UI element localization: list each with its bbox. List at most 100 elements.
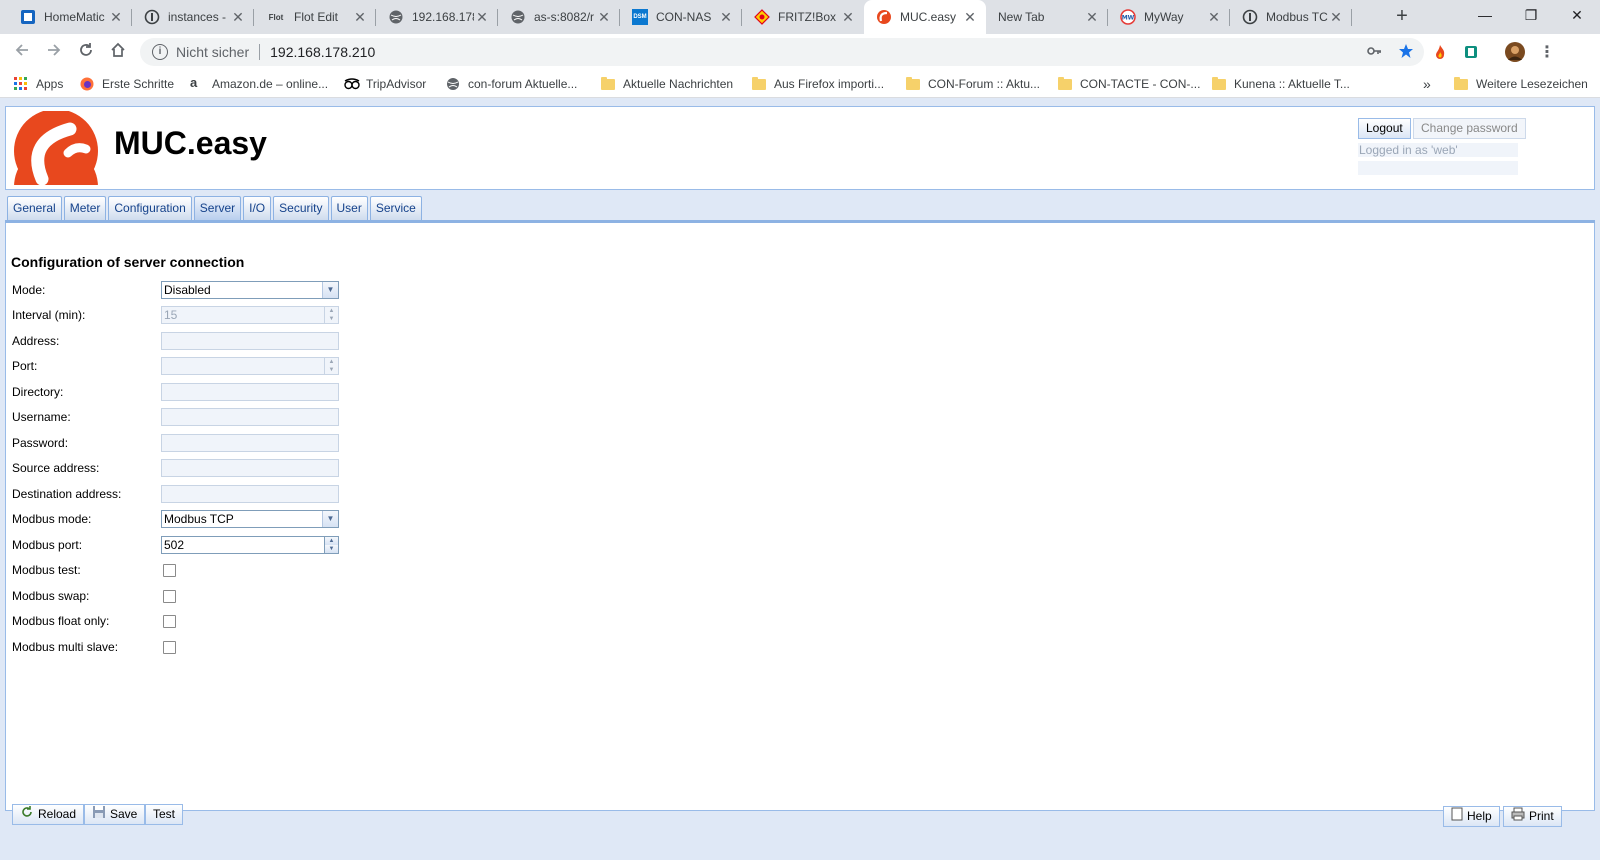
maximize-icon[interactable]: ❐	[1508, 0, 1554, 30]
bookmark-con-forum[interactable]: con-forum Aktuelle...	[446, 74, 577, 94]
iobroker-icon	[1242, 9, 1258, 25]
tab-service[interactable]: Service	[369, 196, 422, 220]
browser-tab-instances[interactable]: instances - ✕	[132, 0, 254, 34]
avatar[interactable]	[1503, 40, 1527, 64]
browser-tab-muc-easy[interactable]: MUC.easy ✕	[864, 0, 986, 34]
reload-button[interactable]: Reload	[12, 804, 85, 825]
modbus-float-only-label: Modbus float only:	[12, 614, 110, 628]
extension-book-icon[interactable]	[1459, 40, 1483, 64]
form-row-password: Password:	[6, 433, 506, 453]
close-icon[interactable]: ✕	[596, 9, 612, 25]
close-icon[interactable]: ✕	[718, 9, 734, 25]
reload-icon[interactable]	[72, 38, 100, 66]
spinner-icon[interactable]: ▲ ▼	[324, 307, 338, 323]
address-bar[interactable]: i Nicht sicher 192.168.178.210	[140, 38, 1424, 66]
print-button[interactable]: Print	[1503, 806, 1562, 827]
form-row-mode: Mode: Disabled ▼	[6, 280, 506, 300]
window-close-icon[interactable]: ✕	[1554, 0, 1600, 30]
address-input[interactable]	[161, 332, 339, 350]
close-icon[interactable]: ✕	[1206, 9, 1222, 25]
browser-tab-con-nas[interactable]: DSM CON-NAS ✕	[620, 0, 742, 34]
tab-title: New Tab	[998, 10, 1045, 24]
bookmark-label: Apps	[36, 77, 64, 91]
bookmark-folder-con-tacte[interactable]: CON-TACTE - CON-...	[1058, 74, 1200, 94]
close-icon[interactable]: ✕	[962, 9, 978, 25]
home-icon[interactable]	[104, 38, 132, 66]
bookmark-folder-other[interactable]: Weitere Lesezeichen	[1454, 74, 1588, 94]
bookmarks-bar: Apps Erste Schritte a Amazon.de – online…	[0, 70, 1600, 98]
mode-select[interactable]: Disabled ▼	[161, 281, 339, 299]
close-icon[interactable]: ✕	[1328, 9, 1344, 25]
tab-title: as-s:8082/r	[534, 10, 595, 24]
test-button[interactable]: Test	[145, 804, 184, 825]
bookmark-folder-kunena[interactable]: Kunena :: Aktuelle T...	[1212, 74, 1350, 94]
interval-spinner[interactable]: 15 ▲ ▼	[161, 306, 339, 324]
star-icon[interactable]	[1398, 43, 1414, 62]
password-input[interactable]	[161, 434, 339, 452]
browser-tab-modbus[interactable]: Modbus TC ✕	[1230, 0, 1352, 34]
tab-security[interactable]: Security	[273, 196, 329, 220]
extension-flame-icon[interactable]	[1428, 40, 1452, 64]
tab-user[interactable]: User	[330, 196, 368, 220]
spinner-icon[interactable]: ▲ ▼	[324, 358, 338, 374]
forward-icon[interactable]	[40, 38, 68, 66]
new-tab-button[interactable]: +	[1390, 5, 1414, 29]
tab-io[interactable]: I/O	[243, 196, 272, 220]
close-icon[interactable]: ✕	[352, 9, 368, 25]
save-button[interactable]: Save	[84, 804, 146, 825]
svg-text:MW: MW	[1122, 15, 1135, 22]
tab-title: Modbus TC	[1266, 10, 1328, 24]
browser-menu-icon[interactable]: ⋮	[1535, 40, 1559, 64]
muc-easy-logo	[12, 109, 100, 193]
close-icon[interactable]: ✕	[474, 9, 490, 25]
close-icon[interactable]: ✕	[230, 9, 246, 25]
chevron-down-icon[interactable]: ▼	[322, 511, 338, 527]
modbus-float-only-checkbox[interactable]	[163, 615, 176, 628]
key-icon[interactable]	[1366, 43, 1382, 62]
logout-button[interactable]: Logout	[1358, 118, 1411, 139]
bookmark-folder-con-forum[interactable]: CON-Forum :: Aktu...	[906, 74, 1040, 94]
directory-label: Directory:	[12, 385, 64, 399]
modbus-test-checkbox[interactable]	[163, 564, 176, 577]
back-icon[interactable]	[8, 38, 36, 66]
bookmark-folder-aktuelle-nachrichten[interactable]: Aktuelle Nachrichten	[601, 74, 733, 94]
modbus-swap-checkbox[interactable]	[163, 590, 176, 603]
browser-tab-192[interactable]: 192.168.178 ✕	[376, 0, 498, 34]
bookmark-amazon[interactable]: a Amazon.de – online...	[190, 74, 328, 94]
browser-tab-fritzbox[interactable]: FRITZ!Box ✕	[742, 0, 864, 34]
tab-configuration[interactable]: Configuration	[108, 196, 192, 220]
close-icon[interactable]: ✕	[108, 9, 124, 25]
browser-tab-as-s[interactable]: as-s:8082/r ✕	[498, 0, 620, 34]
minimize-icon[interactable]: —	[1462, 0, 1508, 30]
browser-tab-flot-edit[interactable]: Flot Flot Edit ✕	[254, 0, 376, 34]
bookmark-tripadvisor[interactable]: TripAdvisor	[344, 74, 426, 94]
bookmark-erste-schritte[interactable]: Erste Schritte	[80, 74, 174, 94]
browser-tab-homematic[interactable]: HomeMatic ✕	[8, 0, 132, 34]
apps-grid-icon	[14, 77, 28, 91]
bookmarks-overflow-icon[interactable]: »	[1423, 74, 1431, 94]
browser-tab-new-tab[interactable]: New Tab ✕	[986, 0, 1108, 34]
modbus-multi-slave-checkbox[interactable]	[163, 641, 176, 654]
modbus-port-spinner[interactable]: 502 ▲ ▼	[161, 536, 339, 554]
destination-address-input[interactable]	[161, 485, 339, 503]
bookmark-apps[interactable]: Apps	[14, 74, 63, 94]
tab-server[interactable]: Server	[193, 196, 242, 220]
close-icon[interactable]: ✕	[1084, 9, 1100, 25]
port-spinner[interactable]: ▲ ▼	[161, 357, 339, 375]
tab-meter[interactable]: Meter	[63, 196, 107, 220]
source-address-input[interactable]	[161, 459, 339, 477]
directory-input[interactable]	[161, 383, 339, 401]
tab-title: instances -	[168, 10, 227, 24]
chevron-down-icon[interactable]: ▼	[322, 282, 338, 298]
app-tab-bar: General Meter Configuration Server I/O S…	[7, 196, 422, 220]
info-icon[interactable]: i	[152, 44, 168, 60]
username-input[interactable]	[161, 408, 339, 426]
tab-general[interactable]: General	[7, 196, 62, 220]
change-password-button[interactable]: Change password	[1413, 118, 1526, 139]
bookmark-folder-firefox[interactable]: Aus Firefox importi...	[752, 74, 884, 94]
modbus-mode-select[interactable]: Modbus TCP ▼	[161, 510, 339, 528]
help-button[interactable]: Help	[1443, 806, 1500, 827]
browser-tab-myway[interactable]: MW MyWay ✕	[1108, 0, 1230, 34]
spinner-icon[interactable]: ▲ ▼	[324, 537, 338, 553]
close-icon[interactable]: ✕	[840, 9, 856, 25]
